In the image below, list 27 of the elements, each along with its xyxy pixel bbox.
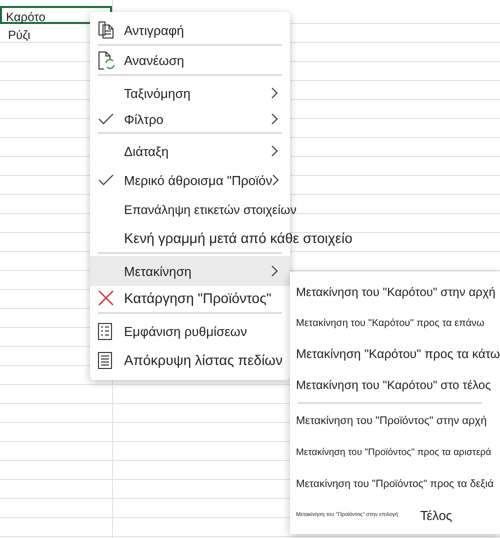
chevron-right-icon: [271, 113, 278, 125]
menu-item[interactable]: Κατάργηση "Προϊόντος": [90, 286, 290, 316]
menu-item[interactable]: Ανανέωση: [90, 48, 290, 78]
checkmark-icon: [98, 174, 114, 186]
menu-item[interactable]: Μετακίνηση του "Προϊόντος" προς τα αριστερά: [290, 436, 492, 468]
menu-item[interactable]: Ταξινόμηση: [90, 78, 290, 108]
list-icon: [98, 322, 112, 340]
menu-item[interactable]: Μετακίνηση: [90, 256, 290, 286]
menu-item[interactable]: Κενή γραμμή μετά από κάθε στοιχείο: [90, 226, 364, 256]
document-refresh-icon: [98, 50, 115, 70]
list-icon: [98, 352, 112, 368]
menu-item[interactable]: Μετακίνηση του "Καρότου" προς τα επάνω: [290, 308, 484, 338]
chevron-right-icon: [271, 87, 278, 99]
menu-item[interactable]: Επανάληψη ετικετών στοιχείων: [90, 194, 309, 226]
chevron-right-icon: [272, 174, 280, 186]
chevron-right-icon: [271, 145, 278, 157]
menu-item[interactable]: Εμφάνιση ρυθμίσεων: [90, 316, 290, 346]
checkmark-icon: [98, 113, 114, 125]
chevron-right-icon: [271, 265, 278, 277]
menu-item[interactable]: Μερικό άθροισμα "Προϊόν: [90, 166, 292, 194]
close-icon: [98, 290, 114, 306]
menu-item[interactable]: Μετακίνηση του "Προϊόντος" προς τα δεξιά: [290, 468, 494, 500]
copy-icon: [98, 21, 115, 39]
menu-item[interactable]: Μετακίνηση του "Καρότου" στην αρχή: [290, 276, 496, 308]
menu-item[interactable]: Μετακίνηση του "Προϊόντος" στην αρχή: [290, 406, 487, 436]
menu-item[interactable]: Φίλτρο: [90, 108, 290, 136]
menu-item[interactable]: Διάταξη: [90, 136, 290, 166]
